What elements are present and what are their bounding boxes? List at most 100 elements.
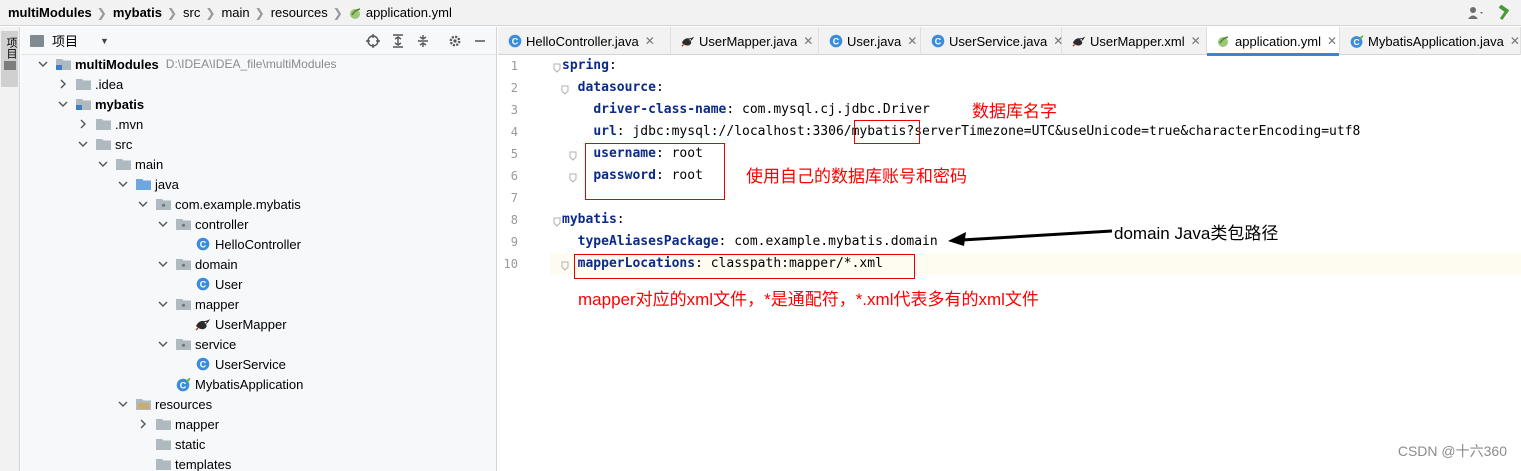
- minimize-icon[interactable]: [472, 33, 488, 49]
- tree-node[interactable]: mapper: [137, 414, 219, 434]
- fold-marker-icon[interactable]: [561, 83, 569, 95]
- chevron-down-icon[interactable]: [157, 214, 169, 234]
- code-line[interactable]: spring:: [562, 55, 617, 77]
- line-number: 6: [510, 169, 518, 183]
- breadcrumb-item[interactable]: multiModules: [8, 0, 92, 26]
- svg-text:C: C: [200, 240, 207, 250]
- chevron-down-icon[interactable]: [57, 94, 69, 114]
- tree-node-label: UserService: [215, 356, 286, 372]
- close-tab-icon[interactable]: ✕: [1510, 34, 1520, 48]
- chevron-right-icon[interactable]: [77, 114, 89, 134]
- tree-node[interactable]: domain: [157, 254, 238, 274]
- chevron-down-icon[interactable]: [77, 134, 89, 154]
- editor-tab[interactable]: UserMapper.xml ✕: [1062, 27, 1207, 55]
- class-icon: C: [931, 34, 945, 48]
- code-line[interactable]: mybatis:: [562, 209, 625, 231]
- yaml-key: spring: [562, 58, 609, 73]
- tree-node[interactable]: java: [117, 174, 179, 194]
- editor-tab[interactable]: C HelloController.java ✕: [498, 27, 671, 55]
- tree-node[interactable]: UserMapper: [177, 314, 287, 334]
- package-icon: [155, 197, 171, 211]
- chevron-right-icon[interactable]: [137, 414, 149, 434]
- tree-node[interactable]: resources: [117, 394, 212, 414]
- build-hammer-icon[interactable]: [1493, 2, 1515, 24]
- package-icon: [175, 217, 191, 231]
- tree-node[interactable]: static: [137, 434, 205, 454]
- editor-tab[interactable]: application.yml ✕: [1207, 27, 1340, 56]
- tree-node[interactable]: C MybatisApplication: [157, 374, 303, 394]
- tree-node[interactable]: src: [77, 134, 132, 154]
- tree-node[interactable]: main: [97, 154, 163, 174]
- fold-marker-icon[interactable]: [569, 149, 577, 161]
- mapper-annotation: mapper对应的xml文件，*是通配符，*.xml代表多有的xml文件: [578, 290, 1039, 309]
- chevron-down-icon[interactable]: [157, 294, 169, 314]
- code-line[interactable]: driver-class-name: com.mysql.cj.jdbc.Dri…: [593, 99, 930, 121]
- breadcrumb-item[interactable]: application.yml: [349, 0, 452, 26]
- class-icon: C: [195, 237, 211, 251]
- fold-marker-icon[interactable]: [553, 215, 561, 227]
- breadcrumb-item[interactable]: resources: [271, 0, 328, 26]
- tree-node[interactable]: C HelloController: [177, 234, 301, 254]
- tree-node[interactable]: C User: [177, 274, 242, 294]
- tree-node[interactable]: mapper: [157, 294, 239, 314]
- tree-node[interactable]: controller: [157, 214, 248, 234]
- fold-marker-icon[interactable]: [569, 171, 577, 183]
- fold-marker-icon[interactable]: [561, 259, 569, 271]
- chevron-down-icon[interactable]: [37, 54, 49, 74]
- editor-tab-label: HelloController.java: [526, 33, 639, 49]
- close-tab-icon[interactable]: ✕: [1191, 34, 1201, 48]
- code-line[interactable]: url: jdbc:mysql://localhost:3306/mybatis…: [593, 121, 1360, 143]
- line-number: 5: [510, 147, 518, 161]
- project-panel-title[interactable]: 项目: [52, 31, 78, 50]
- chevron-right-icon[interactable]: [57, 74, 69, 94]
- close-tab-icon[interactable]: ✕: [645, 34, 655, 48]
- tree-node[interactable]: multiModules D:\IDEA\IDEA_file\multiModul…: [37, 54, 337, 74]
- close-tab-icon[interactable]: ✕: [907, 34, 917, 48]
- breadcrumb-item[interactable]: mybatis: [113, 0, 162, 26]
- tree-node[interactable]: mybatis: [57, 94, 144, 114]
- gear-icon[interactable]: [447, 33, 463, 49]
- tree-node[interactable]: service: [157, 334, 236, 354]
- editor-tab[interactable]: C MybatisApplication.java ✕: [1340, 27, 1521, 55]
- breadcrumb-item[interactable]: main: [221, 0, 249, 26]
- user-account-icon[interactable]: [1465, 2, 1487, 24]
- locate-target-icon[interactable]: [365, 33, 381, 49]
- expand-all-icon[interactable]: [390, 33, 406, 49]
- tree-node[interactable]: .mvn: [77, 114, 143, 134]
- tree-node[interactable]: com.example.mybatis: [137, 194, 301, 214]
- project-tool-tab[interactable]: 项目: [1, 31, 18, 87]
- chevron-down-icon[interactable]: [117, 394, 129, 414]
- folder-icon: [115, 157, 131, 171]
- tree-node-label: resources: [155, 396, 213, 412]
- yaml-value: com.example.mybatis.domain: [734, 234, 938, 249]
- editor-tab[interactable]: C User.java ✕: [819, 27, 921, 55]
- chevron-down-icon[interactable]: [117, 174, 129, 194]
- source-folder-icon: [135, 177, 151, 191]
- db-name-highlight-box: [854, 120, 920, 144]
- chevron-down-icon[interactable]: [97, 154, 109, 174]
- fold-marker-icon[interactable]: [553, 61, 561, 73]
- chevron-down-icon[interactable]: [157, 334, 169, 354]
- editor-tab[interactable]: UserMapper.java ✕: [671, 27, 819, 55]
- collapse-all-icon[interactable]: [415, 33, 431, 49]
- editor-tab[interactable]: C UserService.java ✕: [921, 27, 1063, 55]
- close-tab-icon[interactable]: ✕: [1327, 34, 1337, 48]
- line-number: 9: [510, 235, 518, 249]
- package-icon: [175, 297, 191, 311]
- code-line[interactable]: typeAliasesPackage: com.example.mybatis.…: [578, 231, 938, 253]
- tree-node[interactable]: C UserService: [177, 354, 286, 374]
- credentials-annotation: 使用自己的数据库账号和密码: [746, 167, 967, 186]
- chevron-down-icon[interactable]: ▼: [100, 36, 109, 46]
- tree-node[interactable]: templates: [137, 454, 231, 471]
- code-editor[interactable]: 1 2 3 4 5 6 7 8 9 10 spring: datasource: driver-cla…: [498, 56, 1521, 471]
- tree-node[interactable]: .idea: [57, 74, 123, 94]
- line-number: 1: [510, 59, 518, 73]
- close-tab-icon[interactable]: ✕: [803, 34, 813, 48]
- chevron-down-icon[interactable]: [137, 194, 149, 214]
- breadcrumb-item[interactable]: src: [183, 0, 200, 26]
- chevron-down-icon[interactable]: [157, 254, 169, 274]
- tree-node-label: com.example.mybatis: [175, 196, 301, 212]
- code-line[interactable]: datasource:: [578, 77, 664, 99]
- line-number: 2: [510, 81, 518, 95]
